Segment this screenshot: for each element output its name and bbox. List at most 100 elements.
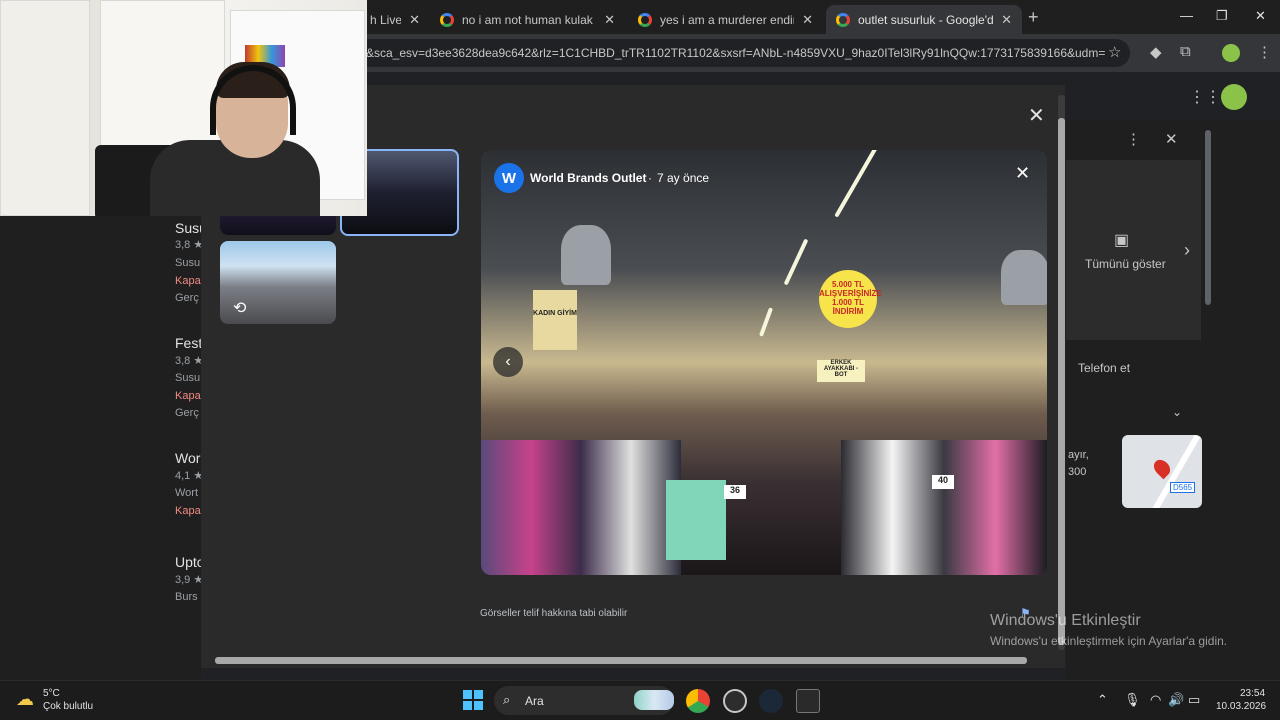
weather-condition[interactable]: Çok bulutlu <box>43 701 93 712</box>
horizontal-scrollbar[interactable] <box>215 657 1027 664</box>
widget-icon[interactable] <box>634 690 674 710</box>
hanging-lamp <box>1001 250 1047 305</box>
hanging-lamp <box>561 225 611 285</box>
close-icon[interactable]: ✕ <box>604 12 615 28</box>
result-line: Susu <box>175 372 201 384</box>
profile-avatar[interactable] <box>1222 44 1240 62</box>
photo-close-icon[interactable]: ✕ <box>1015 163 1030 184</box>
activation-watermark-title: Windows'u Etkinleştir <box>990 612 1141 629</box>
result-rating: 4,1 ★ <box>175 470 204 482</box>
maximize-button[interactable]: ❐ <box>1216 8 1228 24</box>
tab-murderer[interactable]: yes i am a murderer ending - G ✕ <box>628 5 823 34</box>
url-text[interactable]: &sca_esv=d3ee3628dea9c642&rlz=1C1CHBD_tr… <box>366 46 1106 60</box>
clothing-display <box>666 480 726 560</box>
show-all-link[interactable]: Tümünü göster <box>1085 257 1166 271</box>
extension-icon[interactable]: ◆ <box>1150 43 1162 61</box>
side-scrollbar[interactable] <box>1205 130 1211 305</box>
size-tag: 40 <box>932 475 954 489</box>
apps-grid-icon[interactable]: ⋮⋮ <box>1189 87 1221 107</box>
road-label: D565 <box>1170 482 1196 493</box>
close-icon[interactable]: ✕ <box>1001 12 1012 28</box>
clock-time[interactable]: 23:54 <box>1240 688 1265 699</box>
epic-games-icon[interactable] <box>796 689 820 713</box>
account-avatar[interactable] <box>1221 84 1247 110</box>
tab-title: outlet susurluk - Google'da Ara <box>858 12 994 27</box>
microphone-icon[interactable]: 🎙 <box>1124 692 1141 708</box>
result-line: Gerç <box>175 407 199 419</box>
address-bar[interactable]: &sca_esv=d3ee3628dea9c642&rlz=1C1CHBD_tr… <box>330 39 1130 67</box>
source-name[interactable]: World Brands Outlet <box>530 171 646 185</box>
chrome-icon[interactable] <box>686 689 710 713</box>
battery-icon[interactable]: ▭ <box>1188 692 1200 708</box>
weather-cloud-icon[interactable]: ☁ <box>16 689 34 710</box>
size-tag: 36 <box>724 485 746 499</box>
result-line: Wort <box>175 487 199 499</box>
result-rating: 3,8 ★ <box>175 355 204 367</box>
previous-photo-button[interactable]: ‹ <box>493 347 523 377</box>
wardrobe-door <box>100 0 225 150</box>
search-icon: ⌕ <box>503 692 511 707</box>
chevron-down-icon[interactable]: ⌄ <box>1172 405 1182 419</box>
steam-icon[interactable] <box>759 689 783 713</box>
result-title[interactable]: Fest <box>175 335 202 351</box>
tab-title: no i am not human kulak nasıl ç <box>462 12 596 27</box>
tab-live[interactable]: h Live ✕ <box>360 5 430 34</box>
weather-temp[interactable]: 5°C <box>43 688 60 699</box>
shoe-shelf <box>841 440 1047 575</box>
wifi-icon[interactable]: ◠ <box>1150 692 1161 708</box>
result-line: Gerç <box>175 292 199 304</box>
photos-icon: ▣ <box>1114 232 1130 249</box>
result-line: Susu <box>175 257 201 269</box>
google-icon <box>440 12 454 27</box>
source-avatar[interactable]: W <box>494 163 524 193</box>
panel-close-icon[interactable]: ✕ <box>1165 130 1178 148</box>
phone-button[interactable]: Telefon et <box>1078 361 1130 375</box>
bookmark-star-icon[interactable]: ☆ <box>1108 43 1121 61</box>
minimize-button[interactable]: — <box>1180 8 1193 23</box>
google-icon <box>836 12 850 27</box>
result-title[interactable]: Wor <box>175 450 200 466</box>
start-button[interactable] <box>463 690 483 710</box>
hours-text: ayır, <box>1068 449 1089 461</box>
ceiling-light <box>783 238 809 286</box>
result-line: Burs <box>175 591 198 603</box>
result-rating: 3,9 ★ <box>175 574 204 586</box>
new-tab-button[interactable]: + <box>1028 7 1039 28</box>
app-icon[interactable] <box>723 689 747 713</box>
address-text: 300 <box>1068 466 1087 478</box>
viewer-close-icon[interactable]: ✕ <box>1028 103 1045 128</box>
result-line: Kapa <box>175 505 201 517</box>
results-list <box>0 144 201 680</box>
chevron-right-icon[interactable]: › <box>1184 240 1190 261</box>
result-line: Kapa <box>175 275 201 287</box>
result-rating: 3,8 ★ <box>175 239 204 251</box>
wardrobe-door <box>0 0 90 216</box>
tab-human[interactable]: no i am not human kulak nasıl ç ✕ <box>430 5 625 34</box>
more-options-icon[interactable]: ⋮ <box>1126 130 1141 148</box>
copyright-notice: Görseller telif hakkına tabi olabilir <box>480 608 628 619</box>
menu-dots-icon[interactable]: ⋮ <box>1257 43 1272 61</box>
viewer-scrollbar[interactable] <box>1058 118 1065 645</box>
close-icon[interactable]: ✕ <box>802 12 813 28</box>
webcam-overlay <box>0 0 367 216</box>
main-photo[interactable]: 5.000 TL ALIŞVERİŞİNİZE 1.000 TL İNDİRİM… <box>481 150 1047 575</box>
result-line: Kapa <box>175 390 201 402</box>
photo-age: 7 ay önce <box>657 171 710 185</box>
clothing-rack <box>481 440 681 575</box>
window-close-button[interactable]: ✕ <box>1255 8 1266 24</box>
tray-chevron-icon[interactable]: ⌃ <box>1097 692 1108 708</box>
tab-title: yes i am a murderer ending - G <box>660 12 794 27</box>
map-thumbnail[interactable]: D565 <box>1122 435 1202 508</box>
separator-dot: · <box>648 171 652 185</box>
place-photo[interactable] <box>1066 160 1201 340</box>
men-sign: ERKEK AYAKKABI - BOT <box>817 360 865 382</box>
puzzle-icon[interactable]: ⧉ <box>1180 43 1191 60</box>
ceiling-light <box>758 307 774 337</box>
tab-outlet[interactable]: outlet susurluk - Google'da Ara ✕ <box>826 5 1022 34</box>
google-icon <box>638 12 652 27</box>
search-label: Ara <box>525 694 544 708</box>
volume-icon[interactable]: 🔊 <box>1168 692 1184 708</box>
close-icon[interactable]: ✕ <box>409 12 420 28</box>
clock-date[interactable]: 10.03.2026 <box>1216 701 1266 712</box>
women-sign: KADIN GİYİM <box>533 290 577 350</box>
